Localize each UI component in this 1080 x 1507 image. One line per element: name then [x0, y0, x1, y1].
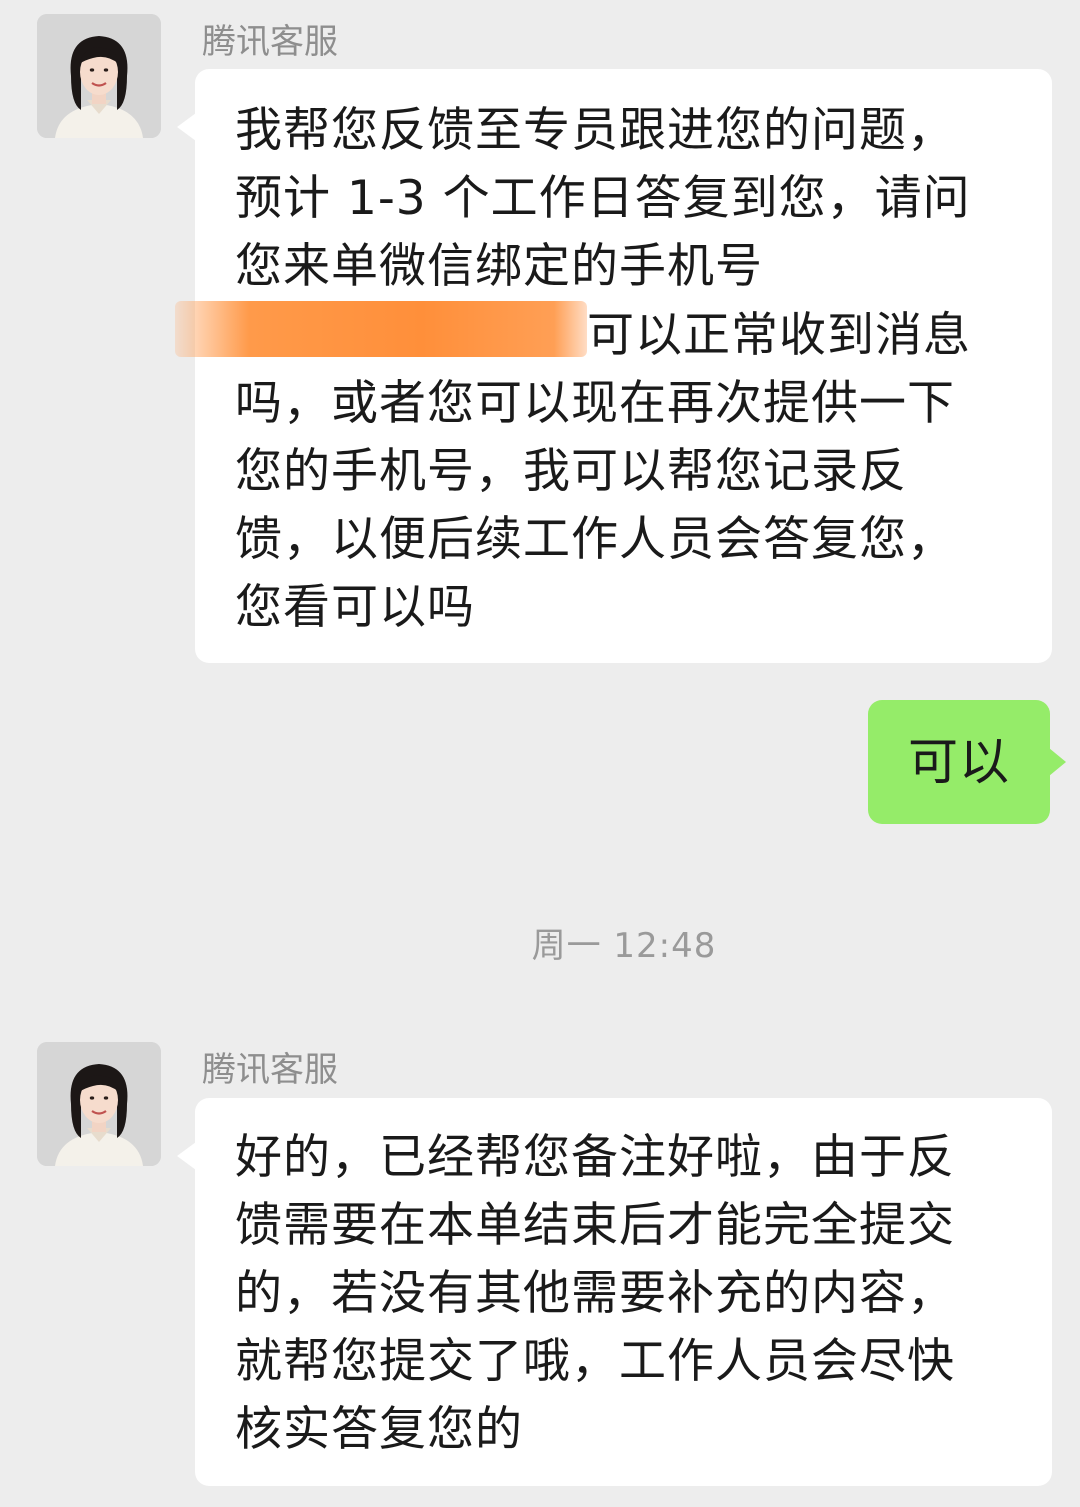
timestamp-divider: 周一 12:48	[531, 926, 717, 966]
message-line: 您的手机号，我可以帮您记录反	[235, 444, 907, 499]
message-line: 的，若没有其他需要补充的内容，	[235, 1266, 955, 1321]
outgoing-message-bubble[interactable]: 可以	[868, 700, 1066, 824]
agent-avatar-icon	[37, 1042, 161, 1166]
message-line: 您来单微信绑定的手机号	[235, 239, 763, 294]
message-line: 预计 1-3 个工作日答复到您，请问	[235, 171, 971, 226]
incoming-message-bubble[interactable]: 好的，已经帮您备注好啦，由于反 馈需要在本单结束后才能完全提交 的，若没有其他需…	[177, 1098, 1052, 1486]
message-line-with-redaction: 可以正常收到消息	[175, 301, 1016, 370]
message-line: 好的，已经帮您备注好啦，由于反	[235, 1130, 955, 1185]
redacted-phone-number	[175, 301, 587, 357]
sender-name: 腾讯客服	[202, 22, 338, 62]
message-text: 好的，已经帮您备注好啦，由于反 馈需要在本单结束后才能完全提交 的，若没有其他需…	[235, 1124, 1016, 1464]
message-line: 核实答复您的	[235, 1402, 523, 1457]
message-line: 吗，或者您可以现在再次提供一下	[235, 376, 955, 431]
message-text: 我帮您反馈至专员跟进您的问题， 预计 1-3 个工作日答复到您，请问 您来单微信…	[175, 97, 1016, 642]
message-line: 我帮您反馈至专员跟进您的问题，	[235, 103, 955, 158]
incoming-message-bubble[interactable]: 我帮您反馈至专员跟进您的问题， 预计 1-3 个工作日答复到您，请问 您来单微信…	[175, 69, 1052, 663]
reply-text: 可以	[908, 733, 1010, 791]
agent-avatar[interactable]	[37, 1042, 161, 1166]
message-line: 就帮您提交了哦，工作人员会尽快	[235, 1334, 955, 1389]
message-line: 您看可以吗	[235, 580, 475, 635]
message-line: 馈，以便后续工作人员会答复您，	[235, 512, 955, 567]
message-line: 馈需要在本单结束后才能完全提交	[235, 1198, 955, 1253]
sender-name: 腾讯客服	[202, 1050, 338, 1090]
agent-avatar[interactable]	[37, 14, 161, 138]
agent-avatar-icon	[37, 14, 161, 138]
message-fragment: 可以正常收到消息	[587, 308, 971, 363]
